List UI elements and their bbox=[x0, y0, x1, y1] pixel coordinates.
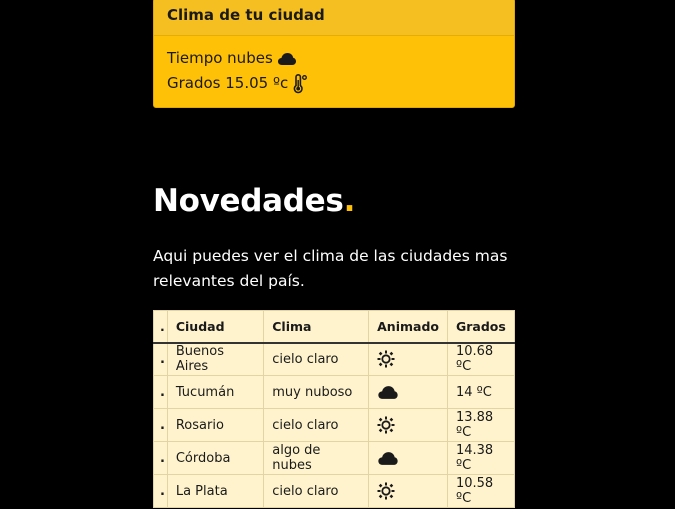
thermometer-icon bbox=[292, 73, 308, 94]
temperature: 14 ºC bbox=[446, 375, 516, 409]
header-marker: . bbox=[153, 310, 168, 344]
table-row: . Córdoba algo de nubes 14.38 ºC bbox=[153, 441, 516, 475]
novedades-title: Novedades. bbox=[153, 183, 355, 219]
table-row: . Buenos Aires cielo claro 10.68 ºC bbox=[153, 342, 516, 376]
row-marker: . bbox=[153, 441, 168, 475]
temperature: 10.68 ºC bbox=[446, 342, 516, 376]
city-name: Rosario bbox=[166, 408, 265, 442]
weather-desc: cielo claro bbox=[263, 474, 370, 508]
header-clima: Clima bbox=[263, 310, 370, 344]
sun-icon bbox=[377, 416, 395, 434]
temperature: 13.88 ºC bbox=[446, 408, 516, 442]
table-row: . Tucumán muy nuboso 14 ºC bbox=[153, 375, 516, 409]
city-name: Tucumán bbox=[166, 375, 265, 409]
table-row: . Rosario cielo claro 13.88 ºC bbox=[153, 408, 516, 442]
city-name: La Plata bbox=[166, 474, 265, 508]
weather-animation bbox=[368, 408, 448, 442]
tiempo-line: Tiempo nubes bbox=[167, 46, 501, 71]
header-animado: Animado bbox=[368, 310, 448, 344]
header-ciudad: Ciudad bbox=[166, 310, 265, 344]
city-name: Córdoba bbox=[166, 441, 265, 475]
page: Clima de tu ciudad Tiempo nubes Grados 1… bbox=[0, 0, 675, 509]
weather-animation bbox=[368, 342, 448, 376]
row-marker: . bbox=[153, 474, 168, 508]
grados-text: Grados 15.05 ºc bbox=[167, 74, 289, 92]
weather-card: Clima de tu ciudad Tiempo nubes Grados 1… bbox=[153, 0, 515, 108]
weather-animation bbox=[368, 441, 448, 475]
header-grados: Grados bbox=[446, 310, 516, 344]
temperature: 10.58 ºC bbox=[446, 474, 516, 508]
table-header-row: . Ciudad Clima Animado Grados bbox=[153, 310, 516, 344]
novedades-description: Aqui puedes ver el clima de las ciudades… bbox=[153, 247, 508, 290]
cloud-icon bbox=[277, 52, 297, 66]
cities-weather-table: . Ciudad Clima Animado Grados . Buenos A… bbox=[153, 310, 516, 508]
weather-desc: cielo claro bbox=[263, 342, 370, 376]
cloud-icon bbox=[378, 451, 398, 465]
weather-desc: muy nuboso bbox=[263, 375, 370, 409]
grados-line: Grados 15.05 ºc bbox=[167, 71, 501, 96]
weather-card-body: Tiempo nubes Grados 15.05 ºc bbox=[154, 36, 514, 96]
weather-desc: cielo claro bbox=[263, 408, 370, 442]
sun-icon bbox=[377, 350, 395, 368]
temperature: 14.38 ºC bbox=[446, 441, 516, 475]
weather-animation bbox=[368, 474, 448, 508]
title-accent-dot: . bbox=[343, 183, 356, 219]
novedades-title-text: Novedades bbox=[153, 183, 344, 219]
cloud-icon bbox=[378, 385, 398, 399]
row-marker: . bbox=[153, 375, 168, 409]
weather-animation bbox=[368, 375, 448, 409]
weather-desc: algo de nubes bbox=[263, 441, 370, 475]
tiempo-text: Tiempo nubes bbox=[167, 49, 273, 67]
row-marker: . bbox=[153, 408, 168, 442]
sun-icon bbox=[377, 482, 395, 500]
weather-card-title: Clima de tu ciudad bbox=[154, 0, 514, 36]
row-marker: . bbox=[153, 342, 168, 376]
city-name: Buenos Aires bbox=[166, 342, 265, 376]
table-row: . La Plata cielo claro 10.58 ºC bbox=[153, 474, 516, 508]
